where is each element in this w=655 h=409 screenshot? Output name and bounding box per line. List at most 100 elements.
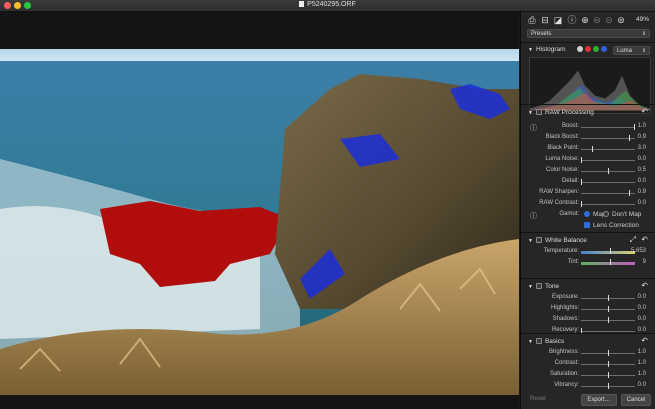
slider-track[interactable]: [581, 190, 635, 196]
crop-icon[interactable]: ◪: [553, 15, 563, 25]
slider-label: Brightness:: [548, 349, 579, 355]
slider-knob[interactable]: [608, 168, 609, 174]
slider-knob[interactable]: [581, 179, 582, 185]
export-button[interactable]: Export…: [581, 394, 617, 406]
disclosure-triangle-icon: ▼: [528, 284, 533, 290]
cancel-button[interactable]: Cancel: [621, 394, 651, 406]
slider-track[interactable]: [581, 383, 635, 389]
slider-knob[interactable]: [610, 248, 611, 254]
slider-knob[interactable]: [608, 361, 609, 367]
tone-header[interactable]: ▼ Tone: [528, 283, 559, 290]
histogram-title: Histogram: [535, 46, 566, 53]
slider-knob[interactable]: [608, 295, 609, 301]
slider-track[interactable]: [581, 306, 635, 312]
eyedropper-icon[interactable]: ⤢: [630, 235, 636, 245]
photo-preview: [0, 49, 519, 395]
slider-track[interactable]: [581, 372, 635, 378]
slider-track[interactable]: [581, 328, 635, 334]
reset-button[interactable]: Reset: [527, 394, 549, 404]
zoom-fit-icon[interactable]: ⊝: [604, 15, 614, 25]
slider-track[interactable]: [581, 350, 635, 356]
slider-knob[interactable]: [592, 146, 593, 152]
white-balance-header[interactable]: ▼ White Balance: [528, 237, 587, 244]
presets-dropdown[interactable]: Presets ⇕: [527, 29, 650, 38]
slider-knob[interactable]: [629, 135, 630, 141]
slider-knob[interactable]: [608, 350, 609, 356]
slider-track[interactable]: [581, 168, 635, 174]
slider-track[interactable]: [581, 201, 635, 207]
white-balance-checkbox[interactable]: [535, 237, 542, 243]
reset-basics-icon[interactable]: ↶: [641, 336, 648, 345]
disclosure-triangle-icon: ▼: [528, 110, 533, 116]
reset-tone-icon[interactable]: ↶: [641, 281, 648, 290]
zoom-actual-icon[interactable]: ⊜: [616, 15, 626, 25]
sidebar-toolbar: ⎙ ⊟ ◪ ⓘ ⊕ ⊖ ⊝ ⊜ 49%: [521, 12, 655, 28]
slider-track[interactable]: [581, 179, 635, 185]
slider-value: 0.9: [637, 134, 646, 140]
slider-knob[interactable]: [634, 124, 635, 130]
slider-value: 1.0: [637, 371, 646, 377]
slider-knob[interactable]: [608, 383, 609, 389]
slider-track[interactable]: [581, 146, 635, 152]
slider-label: Black Boost:: [545, 134, 579, 140]
slider-track[interactable]: [581, 135, 635, 141]
image-canvas[interactable]: [0, 12, 519, 409]
slider-label: Tint:: [567, 259, 579, 265]
slider-track[interactable]: [581, 317, 635, 323]
slider-value: 1.0: [637, 349, 646, 355]
slider-label: Luma Noise:: [545, 156, 579, 162]
white-balance-section: ▼ White Balance ⤢ ↶ Temperature: 5,653 Tint…: [521, 232, 655, 279]
chevron-updown-icon: ⇕: [641, 48, 646, 54]
slider-label: RAW Sharpen:: [539, 189, 579, 195]
compare-icon[interactable]: ⊟: [540, 15, 550, 25]
red-channel-icon[interactable]: [585, 46, 591, 52]
slider-knob[interactable]: [608, 306, 609, 312]
import-icon[interactable]: ⎙: [527, 15, 537, 25]
white-balance-title: White Balance: [544, 237, 587, 244]
slider-track[interactable]: [581, 361, 635, 367]
slider-track[interactable]: [581, 248, 635, 254]
raw-processing-checkbox[interactable]: [535, 109, 542, 115]
slider-value: 0.0: [637, 156, 646, 162]
slider-track[interactable]: [581, 157, 635, 163]
blue-channel-icon[interactable]: [601, 46, 607, 52]
histogram-channel-select[interactable]: Luma ⇕: [613, 46, 650, 55]
slider-value: 0.0: [637, 294, 646, 300]
channel-dots[interactable]: [575, 46, 607, 53]
reset-raw-icon[interactable]: ↶: [641, 107, 648, 116]
slider-track[interactable]: [581, 124, 635, 130]
slider-label: Temperature:: [543, 248, 579, 254]
slider-track[interactable]: [581, 295, 635, 301]
lens-correction-checkbox[interactable]: Lens Correction: [584, 222, 639, 229]
slider-knob[interactable]: [629, 190, 630, 196]
slider-label: Detail:: [561, 178, 579, 184]
zoom-in-icon[interactable]: ⊕: [580, 15, 590, 25]
green-channel-icon[interactable]: [593, 46, 599, 52]
slider-knob[interactable]: [581, 157, 582, 163]
tone-checkbox[interactable]: [535, 283, 542, 289]
slider-row: Temperature: 5,653: [521, 248, 655, 258]
slider-track[interactable]: [581, 259, 635, 265]
slider-knob[interactable]: [608, 372, 609, 378]
raw-processing-section: ▼ RAW Processing ↶ ⓘ Boost: 1.0 Black Boost…: [521, 104, 655, 233]
info-icon[interactable]: ⓘ: [530, 211, 537, 221]
slider-value: 9: [642, 259, 646, 265]
raw-processing-header[interactable]: ▼ RAW Processing: [528, 109, 594, 116]
slider-knob[interactable]: [608, 317, 609, 323]
slider-value: 0.0: [637, 178, 646, 184]
slider-value: 3.0: [637, 145, 646, 151]
basics-checkbox[interactable]: [535, 338, 542, 344]
slider-knob[interactable]: [610, 259, 611, 265]
zoom-out-icon[interactable]: ⊖: [592, 15, 602, 25]
slider-label: Black Point:: [547, 145, 579, 151]
basics-header[interactable]: ▼ Basics: [528, 338, 564, 345]
slider-value: 1.0: [637, 360, 646, 366]
gamut-dont-map-radio[interactable]: Don't Map: [603, 211, 641, 218]
slider-knob[interactable]: [581, 201, 582, 207]
luma-channel-icon[interactable]: [577, 46, 583, 52]
histogram-header[interactable]: ▼ Histogram: [528, 46, 566, 53]
slider-row: RAW Contrast: 0.0: [521, 200, 655, 210]
info-icon[interactable]: ⓘ: [567, 15, 577, 25]
reset-white-balance-icon[interactable]: ↶: [641, 235, 648, 244]
slider-row: Vibrancy: 0.0: [521, 382, 655, 392]
